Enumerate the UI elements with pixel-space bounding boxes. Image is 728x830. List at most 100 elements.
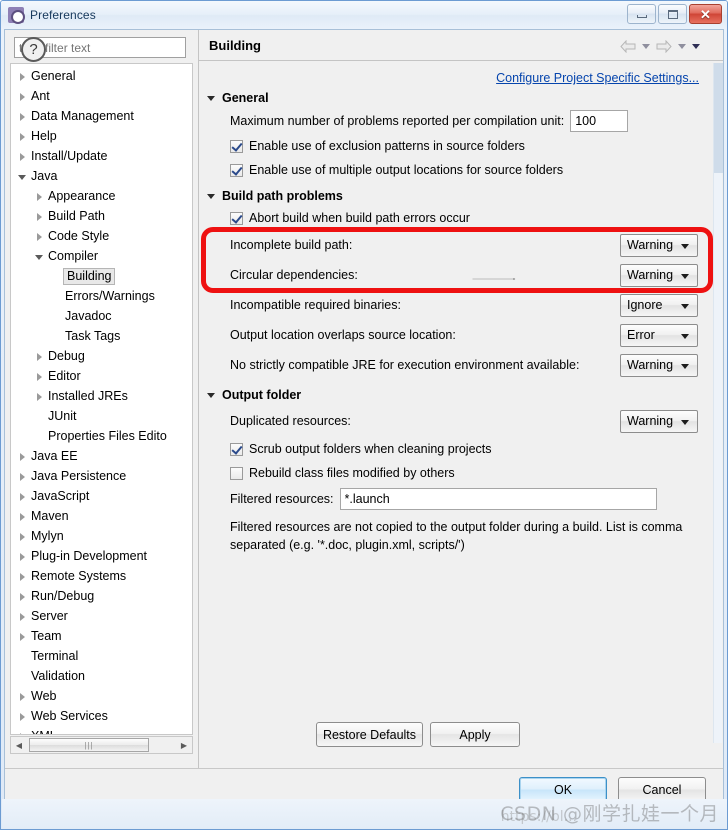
checkbox-icon[interactable] <box>230 211 243 225</box>
multiple-output-locations-checkbox-row[interactable]: Enable use of multiple output locations … <box>199 158 723 182</box>
twisty-expanded-icon[interactable] <box>16 170 29 183</box>
sidebar-item-install-update[interactable]: Install/Update <box>11 146 192 166</box>
section-header-output-folder[interactable]: Output folder <box>207 385 723 405</box>
sidebar-item-java-persistence[interactable]: Java Persistence <box>11 466 192 486</box>
scrub-output-folders-checkbox-row[interactable]: Scrub output folders when cleaning proje… <box>199 437 723 461</box>
checkbox-icon[interactable] <box>230 442 243 456</box>
checkbox-icon[interactable] <box>230 139 243 153</box>
sidebar-item-installed-jres[interactable]: Installed JREs <box>11 386 192 406</box>
content-vertical-scrollbar[interactable] <box>713 63 723 743</box>
scroll-thumb[interactable] <box>714 63 723 173</box>
help-icon[interactable]: ? <box>21 37 46 62</box>
preferences-tree[interactable]: General Ant Data Management Help Install/Upd… <box>10 63 193 735</box>
twisty-collapsed-icon[interactable] <box>16 550 29 563</box>
sidebar-item-javadoc[interactable]: Javadoc <box>11 306 192 326</box>
rebuild-class-files-checkbox-row[interactable]: Rebuild class files modified by others <box>199 461 723 485</box>
sidebar-item-ant[interactable]: Ant <box>11 86 192 106</box>
sidebar-item-appearance[interactable]: Appearance <box>11 186 192 206</box>
sidebar-item-team[interactable]: Team <box>11 626 192 646</box>
sidebar-item-mylyn[interactable]: Mylyn <box>11 526 192 546</box>
back-history-chevron-down-icon[interactable] <box>642 44 650 49</box>
forward-history-chevron-down-icon[interactable] <box>678 44 686 49</box>
twisty-collapsed-icon[interactable] <box>16 730 29 734</box>
section-header-build-path-problems[interactable]: Build path problems <box>207 186 723 206</box>
sidebar-item-junit[interactable]: JUnit <box>11 406 192 426</box>
sidebar-item-xml[interactable]: XML <box>11 726 192 734</box>
scroll-thumb[interactable]: ||| <box>29 738 149 752</box>
sidebar-item-plug-in-development[interactable]: Plug-in Development <box>11 546 192 566</box>
tree-horizontal-scrollbar[interactable]: ◀ ||| ▶ <box>10 736 193 754</box>
duplicated-resources-dropdown[interactable]: Warning <box>620 409 698 433</box>
max-problems-input[interactable] <box>570 110 629 132</box>
sidebar-item-help[interactable]: Help <box>11 126 192 146</box>
twisty-collapsed-icon[interactable] <box>33 370 46 383</box>
minimize-button[interactable] <box>627 4 656 24</box>
twisty-collapsed-icon[interactable] <box>16 710 29 723</box>
sidebar-item-errors-warnings[interactable]: Errors/Warnings <box>11 286 192 306</box>
sidebar-item-terminal[interactable]: Terminal <box>11 646 192 666</box>
abort-build-checkbox-row[interactable]: Abort build when build path errors occur <box>199 206 723 230</box>
scroll-track[interactable]: ||| <box>27 737 176 753</box>
output-overlaps-source-dropdown[interactable]: Error <box>620 323 698 347</box>
sidebar-item-javascript[interactable]: JavaScript <box>11 486 192 506</box>
twisty-collapsed-icon[interactable] <box>16 150 29 163</box>
twisty-collapsed-icon[interactable] <box>16 70 29 83</box>
twisty-collapsed-icon[interactable] <box>16 630 29 643</box>
close-button[interactable]: ✕ <box>689 4 722 24</box>
incomplete-build-path-dropdown[interactable]: Warning <box>620 233 698 257</box>
no-strictly-compatible-jre-dropdown[interactable]: Warning <box>620 353 698 377</box>
twisty-collapsed-icon[interactable] <box>33 390 46 403</box>
twisty-collapsed-icon[interactable] <box>33 350 46 363</box>
sidebar-item-editor[interactable]: Editor <box>11 366 192 386</box>
sidebar-item-remote-systems[interactable]: Remote Systems <box>11 566 192 586</box>
sidebar-item-java[interactable]: Java <box>11 166 192 186</box>
twisty-collapsed-icon[interactable] <box>16 530 29 543</box>
apply-button[interactable]: Apply <box>430 722 520 747</box>
filtered-resources-input[interactable] <box>339 488 657 510</box>
twisty-collapsed-icon[interactable] <box>16 90 29 103</box>
twisty-expanded-icon[interactable] <box>33 250 46 263</box>
twisty-collapsed-icon[interactable] <box>16 610 29 623</box>
twisty-collapsed-icon[interactable] <box>16 110 29 123</box>
sidebar-item-task-tags[interactable]: Task Tags <box>11 326 192 346</box>
twisty-collapsed-icon[interactable] <box>16 690 29 703</box>
forward-arrow-icon[interactable] <box>656 40 672 53</box>
sidebar-item-run-debug[interactable]: Run/Debug <box>11 586 192 606</box>
back-arrow-icon[interactable] <box>620 40 636 53</box>
sidebar-item-data-management[interactable]: Data Management <box>11 106 192 126</box>
checkbox-icon[interactable] <box>230 163 243 177</box>
maximize-button[interactable] <box>658 4 687 24</box>
sidebar-item-web-services[interactable]: Web Services <box>11 706 192 726</box>
view-menu-chevron-down-icon[interactable] <box>692 44 700 49</box>
checkbox-icon[interactable] <box>230 466 243 480</box>
sidebar-item-code-style[interactable]: Code Style <box>11 226 192 246</box>
twisty-collapsed-icon[interactable] <box>33 190 46 203</box>
twisty-collapsed-icon[interactable] <box>16 590 29 603</box>
twisty-collapsed-icon[interactable] <box>33 230 46 243</box>
scroll-left-icon[interactable]: ◀ <box>11 737 27 753</box>
exclusion-patterns-checkbox-row[interactable]: Enable use of exclusion patterns in sour… <box>199 134 723 158</box>
sidebar-item-java-ee[interactable]: Java EE <box>11 446 192 466</box>
scroll-right-icon[interactable]: ▶ <box>176 737 192 753</box>
circular-dependencies-dropdown[interactable]: Warning <box>620 263 698 287</box>
incompatible-required-binaries-dropdown[interactable]: Ignore <box>620 293 698 317</box>
sidebar-item-web[interactable]: Web <box>11 686 192 706</box>
twisty-collapsed-icon[interactable] <box>33 210 46 223</box>
twisty-collapsed-icon[interactable] <box>16 490 29 503</box>
sidebar-item-properties-files-edito[interactable]: Properties Files Edito <box>11 426 192 446</box>
sidebar-item-general[interactable]: General <box>11 66 192 86</box>
sidebar-item-debug[interactable]: Debug <box>11 346 192 366</box>
sidebar-item-building[interactable]: Building <box>11 266 192 286</box>
sidebar-item-build-path[interactable]: Build Path <box>11 206 192 226</box>
sidebar-item-server[interactable]: Server <box>11 606 192 626</box>
twisty-collapsed-icon[interactable] <box>16 570 29 583</box>
sidebar-item-compiler[interactable]: Compiler <box>11 246 192 266</box>
configure-project-specific-settings-link[interactable]: Configure Project Specific Settings... <box>496 71 699 85</box>
section-header-general[interactable]: General <box>207 88 723 108</box>
sidebar-item-maven[interactable]: Maven <box>11 506 192 526</box>
twisty-collapsed-icon[interactable] <box>16 450 29 463</box>
twisty-collapsed-icon[interactable] <box>16 130 29 143</box>
twisty-collapsed-icon[interactable] <box>16 470 29 483</box>
twisty-collapsed-icon[interactable] <box>16 510 29 523</box>
sidebar-item-validation[interactable]: Validation <box>11 666 192 686</box>
